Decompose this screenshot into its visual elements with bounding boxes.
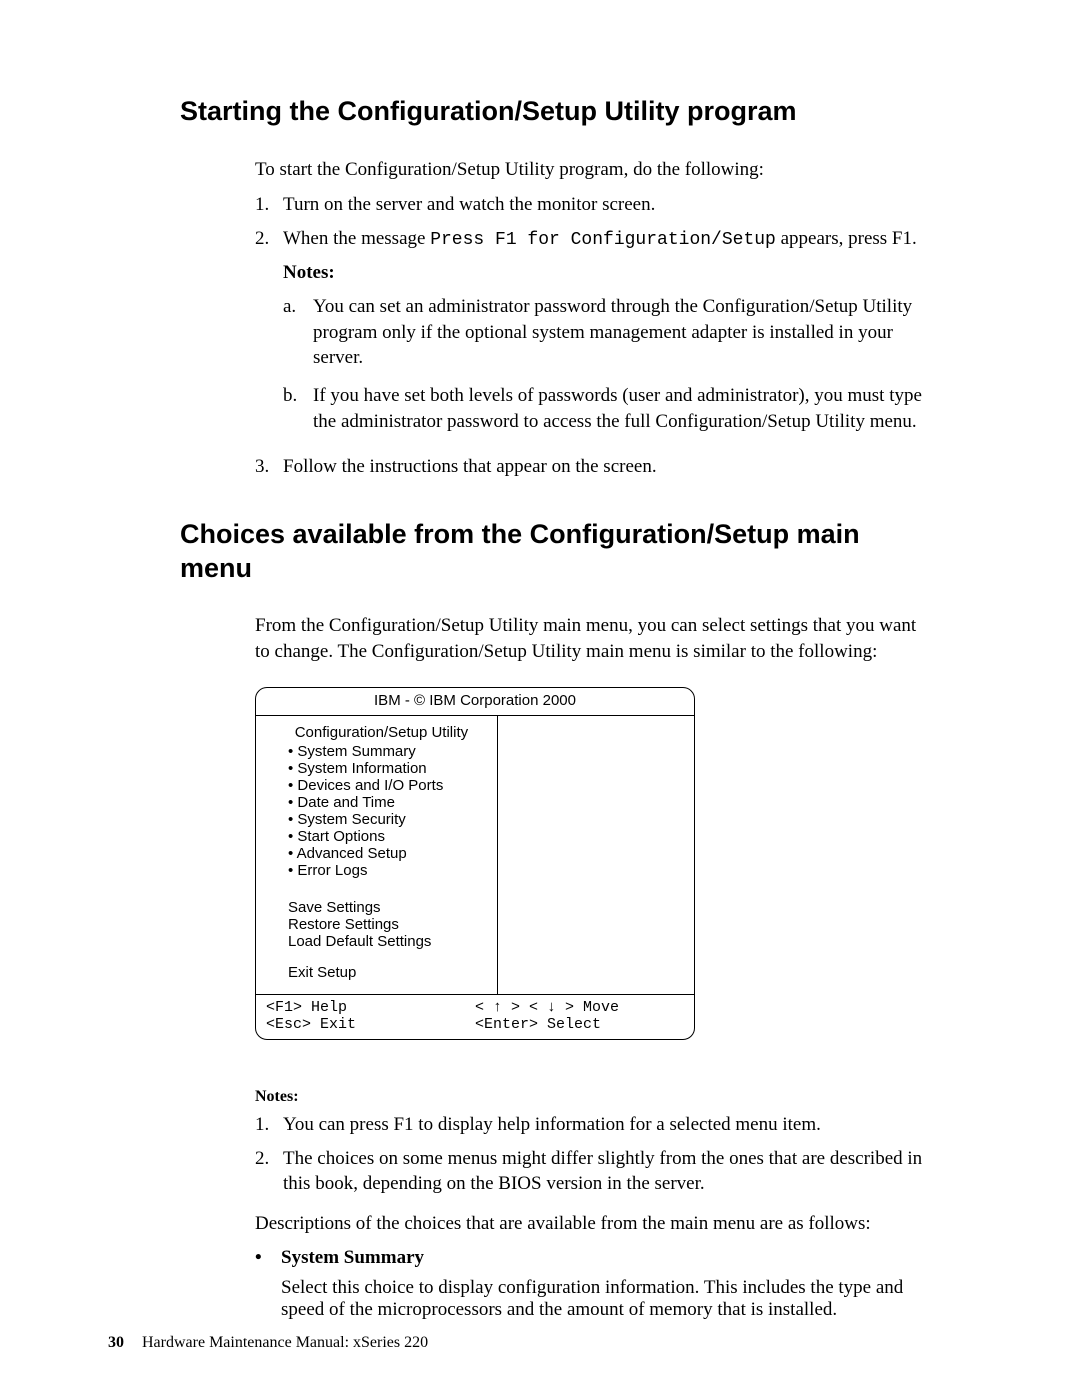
bios-menu: System Summary System Information Device… — [266, 743, 497, 879]
bios-left-pane: Configuration/Setup Utility System Summa… — [256, 716, 497, 994]
desc-body: System Summary Select this choice to dis… — [281, 1247, 925, 1321]
bios-key-f1: <F1> Help — [266, 999, 475, 1016]
step-1-text: Turn on the server and watch the monitor… — [283, 192, 925, 218]
note-1: 1. You can press F1 to display help info… — [255, 1112, 925, 1138]
bios-menu-item: Date and Time — [288, 794, 497, 811]
note-b-text: If you have set both levels of passwords… — [313, 383, 925, 434]
step2-notes: a. You can set an administrator password… — [283, 294, 925, 434]
step-3-text: Follow the instructions that appear on t… — [283, 454, 925, 480]
bios-menu-item: Start Options — [288, 828, 497, 845]
desc-system-summary: • System Summary Select this choice to d… — [255, 1247, 925, 1321]
descriptions-intro: Descriptions of the choices that are ava… — [255, 1211, 925, 1237]
notes-label-2: Notes: — [255, 1088, 925, 1106]
step-1: 1. Turn on the server and watch the moni… — [255, 192, 925, 218]
section2-intro: From the Configuration/Setup Utility mai… — [255, 613, 925, 664]
bios-right-pane — [497, 716, 694, 994]
bios-menu-item: System Information — [288, 760, 497, 777]
book-title: Hardware Maintenance Manual: xSeries 220 — [142, 1334, 428, 1351]
list-marker: b. — [283, 383, 313, 434]
note-2: 2. The choices on some menus might diffe… — [255, 1146, 925, 1197]
section3-notes: 1. You can press F1 to display help info… — [255, 1112, 925, 1197]
bios-panel-title: Configuration/Setup Utility — [266, 722, 497, 743]
section1-steps: 1. Turn on the server and watch the moni… — [255, 192, 925, 479]
note-1-text: You can press F1 to display help informa… — [283, 1112, 925, 1138]
list-marker: 2. — [255, 226, 283, 446]
bios-footer-left: <F1> Help <Esc> Exit — [266, 999, 475, 1034]
step-2: 2. When the message Press F1 for Configu… — [255, 226, 925, 446]
step-2-mono: Press F1 for Configuration/Setup — [430, 230, 776, 250]
note-2-text: The choices on some menus might differ s… — [283, 1146, 925, 1197]
heading-choices: Choices available from the Configuration… — [180, 518, 925, 586]
bios-menu-item: Advanced Setup — [288, 845, 497, 862]
bios-action-save: Save Settings — [288, 899, 497, 916]
bullet-icon: • — [255, 1247, 281, 1321]
bios-window: IBM - © IBM Corporation 2000 Configurati… — [255, 687, 695, 1041]
bios-footer-right: < ↑ > < ↓ > Move <Enter> Select — [475, 999, 684, 1034]
page: Starting the Configuration/Setup Utility… — [0, 0, 1080, 1397]
note-a-text: You can set an administrator password th… — [313, 294, 925, 371]
bios-action-load: Load Default Settings — [288, 933, 497, 950]
bios-screenshot: IBM - © IBM Corporation 2000 Configurati… — [255, 687, 925, 1041]
list-marker: 1. — [255, 192, 283, 218]
bios-key-esc: <Esc> Exit — [266, 1016, 475, 1033]
desc-text: Select this choice to display configurat… — [281, 1277, 925, 1321]
bios-action-exit: Exit Setup — [288, 964, 497, 981]
bios-menu-item: Error Logs — [288, 862, 497, 879]
bios-menu-item: System Security — [288, 811, 497, 828]
bios-footer: <F1> Help <Esc> Exit < ↑ > < ↓ > Move <E… — [256, 994, 694, 1040]
list-marker: a. — [283, 294, 313, 371]
section1-intro: To start the Configuration/Setup Utility… — [255, 157, 925, 183]
note-b: b. If you have set both levels of passwo… — [283, 383, 925, 434]
heading-starting: Starting the Configuration/Setup Utility… — [180, 95, 925, 129]
bios-menu-item: Devices and I/O Ports — [288, 777, 497, 794]
list-marker: 3. — [255, 454, 283, 480]
page-footer: 30 Hardware Maintenance Manual: xSeries … — [108, 1334, 428, 1352]
menu-descriptions: • System Summary Select this choice to d… — [255, 1247, 925, 1321]
step-2-body: When the message Press F1 for Configurat… — [283, 226, 925, 446]
note-a: a. You can set an administrator password… — [283, 294, 925, 371]
bios-action-restore: Restore Settings — [288, 916, 497, 933]
bios-body: Configuration/Setup Utility System Summa… — [256, 716, 694, 994]
bios-header: IBM - © IBM Corporation 2000 — [256, 688, 694, 716]
bios-actions: Save Settings Restore Settings Load Defa… — [266, 899, 497, 982]
desc-title: System Summary — [281, 1247, 424, 1268]
bios-key-move: < ↑ > < ↓ > Move — [475, 999, 684, 1016]
section2-content: From the Configuration/Setup Utility mai… — [255, 613, 925, 1320]
step-2-pre: When the message — [283, 228, 430, 249]
bios-menu-item: System Summary — [288, 743, 497, 760]
list-marker: 2. — [255, 1146, 283, 1197]
bios-key-select: <Enter> Select — [475, 1016, 684, 1033]
page-number: 30 — [108, 1334, 124, 1351]
step-3: 3. Follow the instructions that appear o… — [255, 454, 925, 480]
section1-content: To start the Configuration/Setup Utility… — [255, 157, 925, 480]
notes-label: Notes: — [283, 260, 925, 286]
list-marker: 1. — [255, 1112, 283, 1138]
step-2-post: appears, press F1. — [776, 228, 917, 249]
